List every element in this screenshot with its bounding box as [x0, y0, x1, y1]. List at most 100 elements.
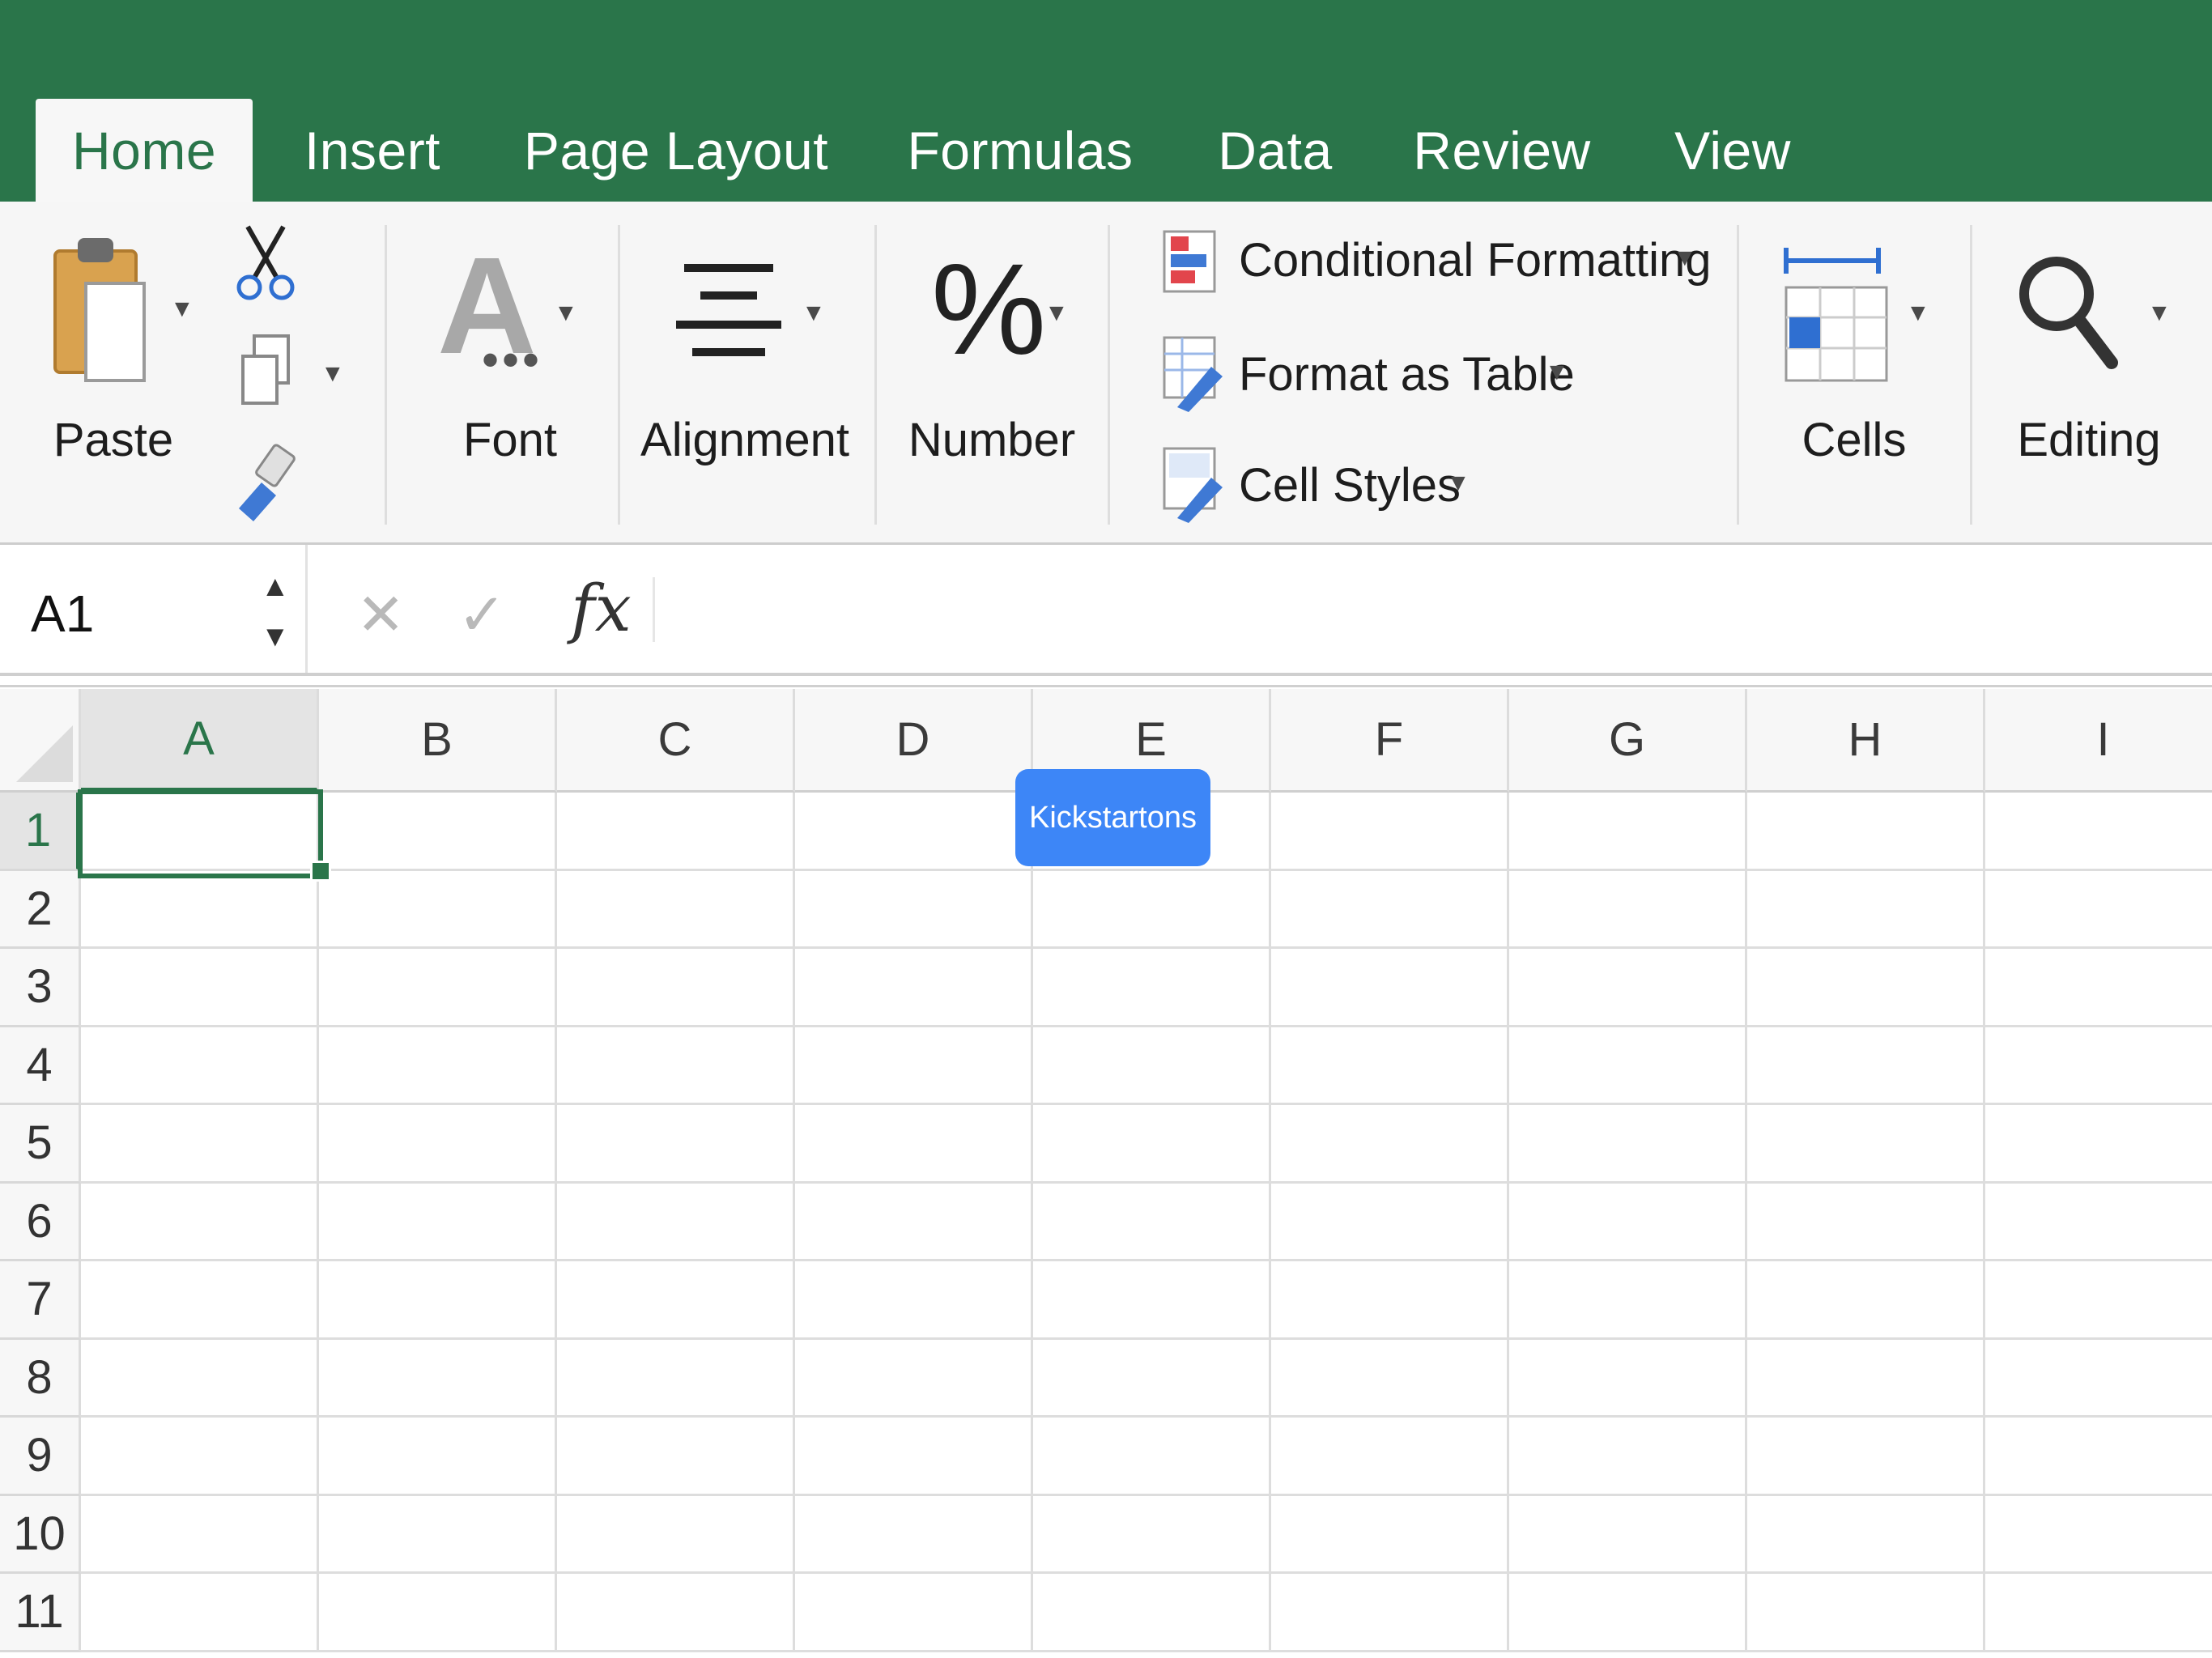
cell-h8[interactable]	[1747, 1339, 1985, 1418]
paste-button[interactable]: ▼ Paste	[40, 231, 194, 482]
cell-c8[interactable]	[557, 1339, 795, 1418]
row-header-2[interactable]: 2	[0, 870, 81, 949]
name-box-up-icon[interactable]: ▲	[261, 569, 290, 603]
cell-c6[interactable]	[557, 1183, 795, 1261]
cell-h11[interactable]	[1747, 1574, 1985, 1652]
cells-group-button[interactable]: ▼ Cells	[1773, 243, 1951, 486]
cell-c10[interactable]	[557, 1495, 795, 1574]
cell-b3[interactable]	[319, 949, 557, 1027]
cell-c1[interactable]	[557, 793, 795, 871]
tab-page-layout[interactable]: Page Layout	[518, 99, 834, 202]
cell-h4[interactable]	[1747, 1027, 1985, 1105]
cell-a3[interactable]	[81, 949, 319, 1027]
copy-dropdown-icon[interactable]: ▼	[321, 360, 345, 388]
tab-review[interactable]: Review	[1401, 99, 1603, 202]
cell-d7[interactable]	[795, 1261, 1033, 1340]
cell-c2[interactable]	[557, 870, 795, 949]
cell-d10[interactable]	[795, 1495, 1033, 1574]
cell-g7[interactable]	[1509, 1261, 1747, 1340]
cell-i1[interactable]	[1985, 793, 2212, 871]
enter-icon[interactable]: ✓	[457, 580, 506, 648]
column-header-d[interactable]: D	[795, 689, 1033, 793]
name-box-down-icon[interactable]: ▼	[261, 619, 290, 653]
cell-d3[interactable]	[795, 949, 1033, 1027]
cell-c3[interactable]	[557, 949, 795, 1027]
cell-f8[interactable]	[1271, 1339, 1509, 1418]
font-group-button[interactable]: A ••• ▼ Font	[413, 229, 607, 486]
cell-d4[interactable]	[795, 1027, 1033, 1105]
cell-f4[interactable]	[1271, 1027, 1509, 1105]
cell-i4[interactable]	[1985, 1027, 2212, 1105]
cell-d1[interactable]	[795, 793, 1033, 871]
row-header-4[interactable]: 4	[0, 1027, 81, 1105]
column-header-g[interactable]: G	[1509, 689, 1747, 793]
column-header-h[interactable]: H	[1747, 689, 1985, 793]
insert-function-icon[interactable]: fx	[571, 571, 632, 646]
cell-a4[interactable]	[81, 1027, 319, 1105]
cell-e11[interactable]	[1033, 1574, 1271, 1652]
cell-b5[interactable]	[319, 1105, 557, 1184]
cell-g4[interactable]	[1509, 1027, 1747, 1105]
cell-i5[interactable]	[1985, 1105, 2212, 1184]
cell-i2[interactable]	[1985, 870, 2212, 949]
cell-i8[interactable]	[1985, 1339, 2212, 1418]
cancel-icon[interactable]: ✕	[356, 580, 405, 648]
cell-i11[interactable]	[1985, 1574, 2212, 1652]
tab-home[interactable]: Home	[36, 99, 253, 202]
row-header-7[interactable]: 7	[0, 1261, 81, 1340]
cell-e2[interactable]	[1033, 870, 1271, 949]
cell-g9[interactable]	[1509, 1418, 1747, 1496]
cell-h1[interactable]	[1747, 793, 1985, 871]
cell-f10[interactable]	[1271, 1495, 1509, 1574]
row-header-3[interactable]: 3	[0, 949, 81, 1027]
cell-i6[interactable]	[1985, 1183, 2212, 1261]
cell-f11[interactable]	[1271, 1574, 1509, 1652]
cell-h5[interactable]	[1747, 1105, 1985, 1184]
cell-d8[interactable]	[795, 1339, 1033, 1418]
cell-i9[interactable]	[1985, 1418, 2212, 1496]
tab-insert[interactable]: Insert	[283, 99, 462, 202]
row-header-6[interactable]: 6	[0, 1183, 81, 1261]
cell-a11[interactable]	[81, 1574, 319, 1652]
cell-d11[interactable]	[795, 1574, 1033, 1652]
cell-a10[interactable]	[81, 1495, 319, 1574]
row-header-5[interactable]: 5	[0, 1105, 81, 1184]
cell-g6[interactable]	[1509, 1183, 1747, 1261]
cell-e10[interactable]	[1033, 1495, 1271, 1574]
row-header-9[interactable]: 9	[0, 1418, 81, 1496]
cell-g8[interactable]	[1509, 1339, 1747, 1418]
cell-g10[interactable]	[1509, 1495, 1747, 1574]
cell-b4[interactable]	[319, 1027, 557, 1105]
cell-b9[interactable]	[319, 1418, 557, 1496]
select-all-corner[interactable]	[0, 689, 81, 793]
cell-a1[interactable]	[81, 793, 319, 871]
paste-dropdown-icon[interactable]: ▼	[170, 295, 194, 323]
number-group-button[interactable]: % ▼ Number	[899, 236, 1085, 486]
cell-d9[interactable]	[795, 1418, 1033, 1496]
cell-d2[interactable]	[795, 870, 1033, 949]
cell-e6[interactable]	[1033, 1183, 1271, 1261]
column-header-c[interactable]: C	[557, 689, 795, 793]
cell-e4[interactable]	[1033, 1027, 1271, 1105]
cell-f1[interactable]	[1271, 793, 1509, 871]
column-header-f[interactable]: F	[1271, 689, 1509, 793]
cell-i7[interactable]	[1985, 1261, 2212, 1340]
fill-handle[interactable]	[310, 861, 331, 882]
cell-c9[interactable]	[557, 1418, 795, 1496]
cell-h9[interactable]	[1747, 1418, 1985, 1496]
cell-a7[interactable]	[81, 1261, 319, 1340]
cell-a9[interactable]	[81, 1418, 319, 1496]
copy-icon[interactable]	[236, 332, 301, 413]
cell-e3[interactable]	[1033, 949, 1271, 1027]
row-header-11[interactable]: 11	[0, 1574, 81, 1652]
row-header-10[interactable]: 10	[0, 1495, 81, 1574]
alignment-group-button[interactable]: ▼ Alignment	[640, 243, 850, 486]
column-header-a[interactable]: A	[81, 689, 319, 793]
cell-f2[interactable]	[1271, 870, 1509, 949]
column-header-i[interactable]: I	[1985, 689, 2212, 793]
conditional-formatting-button[interactable]: Conditional Formatting ▼	[1158, 227, 1712, 300]
cell-i10[interactable]	[1985, 1495, 2212, 1574]
cell-a5[interactable]	[81, 1105, 319, 1184]
cell-b11[interactable]	[319, 1574, 557, 1652]
cell-a8[interactable]	[81, 1339, 319, 1418]
